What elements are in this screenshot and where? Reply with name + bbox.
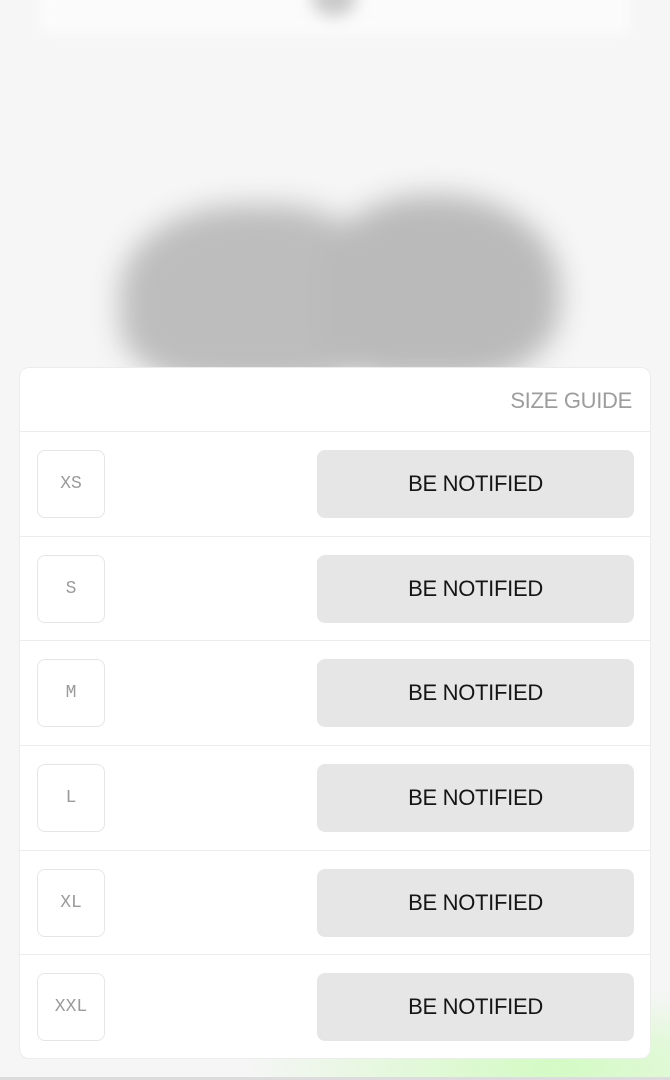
size-guide-link[interactable]: SIZE GUIDE (510, 388, 632, 414)
size-label-l: L (37, 764, 105, 833)
size-row-xs: XS BE NOTIFIED (20, 432, 650, 537)
size-row-xl: XL BE NOTIFIED (20, 851, 650, 956)
size-selector-sheet: SIZE GUIDE XS BE NOTIFIED S BE NOTIFIED … (19, 367, 651, 1059)
size-label-m: M (37, 659, 105, 728)
size-row-xxl: XXL BE NOTIFIED (20, 955, 650, 1058)
size-row-s: S BE NOTIFIED (20, 537, 650, 642)
size-label-xxl: XXL (37, 973, 105, 1042)
size-label-xl: XL (37, 868, 105, 937)
size-row-l: L BE NOTIFIED (20, 746, 650, 851)
size-label-xs: XS (37, 450, 105, 518)
sheet-header: SIZE GUIDE (20, 368, 650, 432)
be-notified-button-xs[interactable]: BE NOTIFIED (317, 450, 634, 518)
be-notified-button-l[interactable]: BE NOTIFIED (317, 764, 634, 833)
be-notified-button-s[interactable]: BE NOTIFIED (317, 554, 634, 623)
be-notified-button-xxl[interactable]: BE NOTIFIED (317, 973, 634, 1042)
size-row-m: M BE NOTIFIED (20, 641, 650, 747)
be-notified-button-m[interactable]: BE NOTIFIED (317, 659, 634, 728)
be-notified-button-xl[interactable]: BE NOTIFIED (317, 868, 634, 937)
size-label-s: S (37, 554, 105, 623)
blurred-product-image (120, 195, 560, 395)
